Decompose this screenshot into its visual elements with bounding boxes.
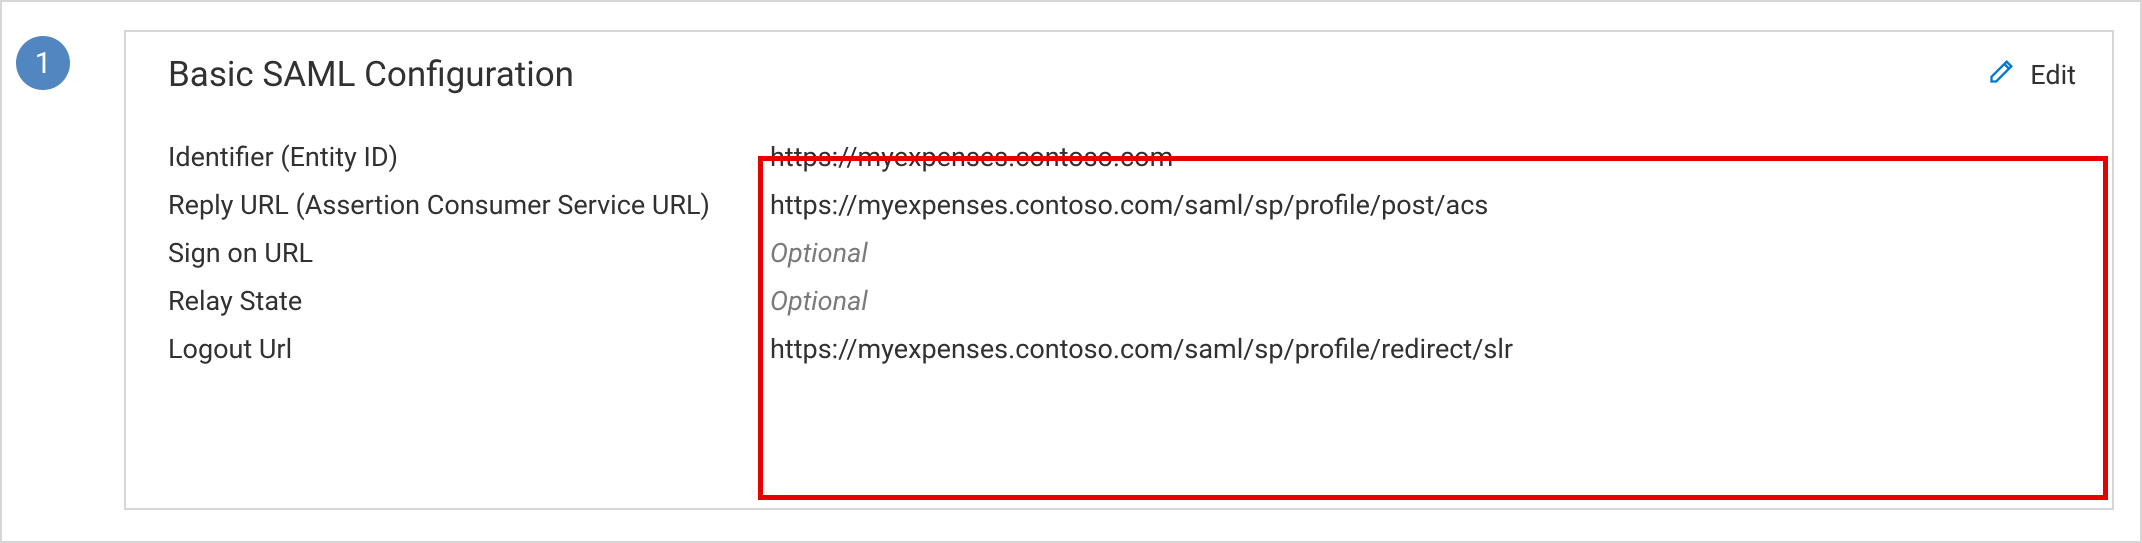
- config-fields: Identifier (Entity ID) https://myexpense…: [168, 137, 2076, 369]
- page-container: 1 Basic SAML Configuration Edit Identifi…: [0, 0, 2142, 543]
- step-number-badge: 1: [16, 36, 70, 90]
- reply-url-label: Reply URL (Assertion Consumer Service UR…: [168, 185, 758, 225]
- pencil-icon: [1988, 57, 2016, 92]
- edit-button-label: Edit: [2030, 59, 2076, 91]
- step-number: 1: [35, 46, 52, 81]
- relay-state-label: Relay State: [168, 281, 758, 321]
- card-title: Basic SAML Configuration: [168, 54, 574, 95]
- logout-url-value: https://myexpenses.contoso.com/saml/sp/p…: [758, 329, 2076, 369]
- identifier-value: https://myexpenses.contoso.com: [758, 137, 2076, 177]
- edit-button[interactable]: Edit: [1988, 57, 2076, 92]
- sign-on-url-value: Optional: [758, 233, 2076, 273]
- card-header: Basic SAML Configuration Edit: [168, 54, 2076, 95]
- identifier-label: Identifier (Entity ID): [168, 137, 758, 177]
- logout-url-label: Logout Url: [168, 329, 758, 369]
- reply-url-value: https://myexpenses.contoso.com/saml/sp/p…: [758, 185, 2076, 225]
- relay-state-value: Optional: [758, 281, 2076, 321]
- saml-config-card: Basic SAML Configuration Edit Identifier…: [124, 30, 2114, 510]
- sign-on-url-label: Sign on URL: [168, 233, 758, 273]
